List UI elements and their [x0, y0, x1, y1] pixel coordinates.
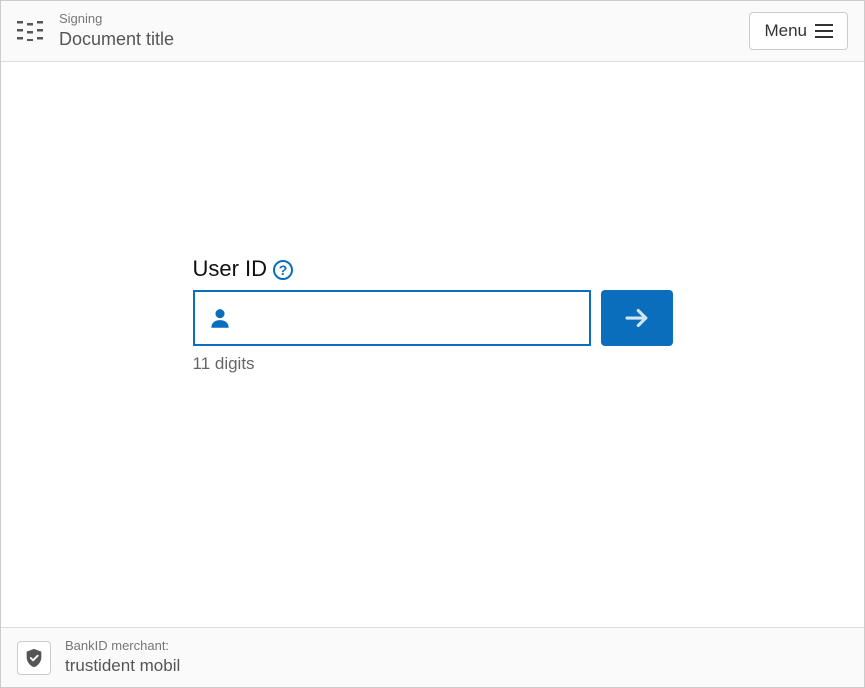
shield-check-icon [23, 647, 45, 669]
document-title: Document title [59, 28, 174, 51]
merchant-label: BankID merchant: [65, 638, 180, 655]
label-row: User ID ? [193, 256, 673, 282]
user-id-input-wrapper[interactable] [193, 290, 591, 346]
arrow-right-icon [622, 303, 652, 333]
main-content: User ID ? 11 digits [1, 62, 864, 627]
user-icon [207, 305, 233, 331]
header-text-block: Signing Document title [59, 11, 174, 51]
menu-label: Menu [764, 21, 807, 41]
merchant-shield-box [17, 641, 51, 675]
menu-button[interactable]: Menu [749, 12, 848, 50]
login-form: User ID ? 11 digits [193, 256, 673, 374]
merchant-name: trustident mobil [65, 655, 180, 677]
app-logo-icon [17, 19, 45, 43]
footer-bar: BankID merchant: trustident mobil [1, 627, 864, 687]
help-icon[interactable]: ? [273, 260, 293, 280]
input-row [193, 290, 673, 346]
header-left: Signing Document title [17, 11, 174, 51]
input-hint: 11 digits [193, 354, 673, 374]
footer-text-block: BankID merchant: trustident mobil [65, 638, 180, 677]
user-id-label: User ID [193, 256, 268, 282]
header-bar: Signing Document title Menu [1, 1, 864, 62]
header-context: Signing [59, 11, 174, 28]
user-id-input[interactable] [243, 292, 577, 344]
hamburger-icon [815, 24, 833, 38]
submit-button[interactable] [601, 290, 673, 346]
